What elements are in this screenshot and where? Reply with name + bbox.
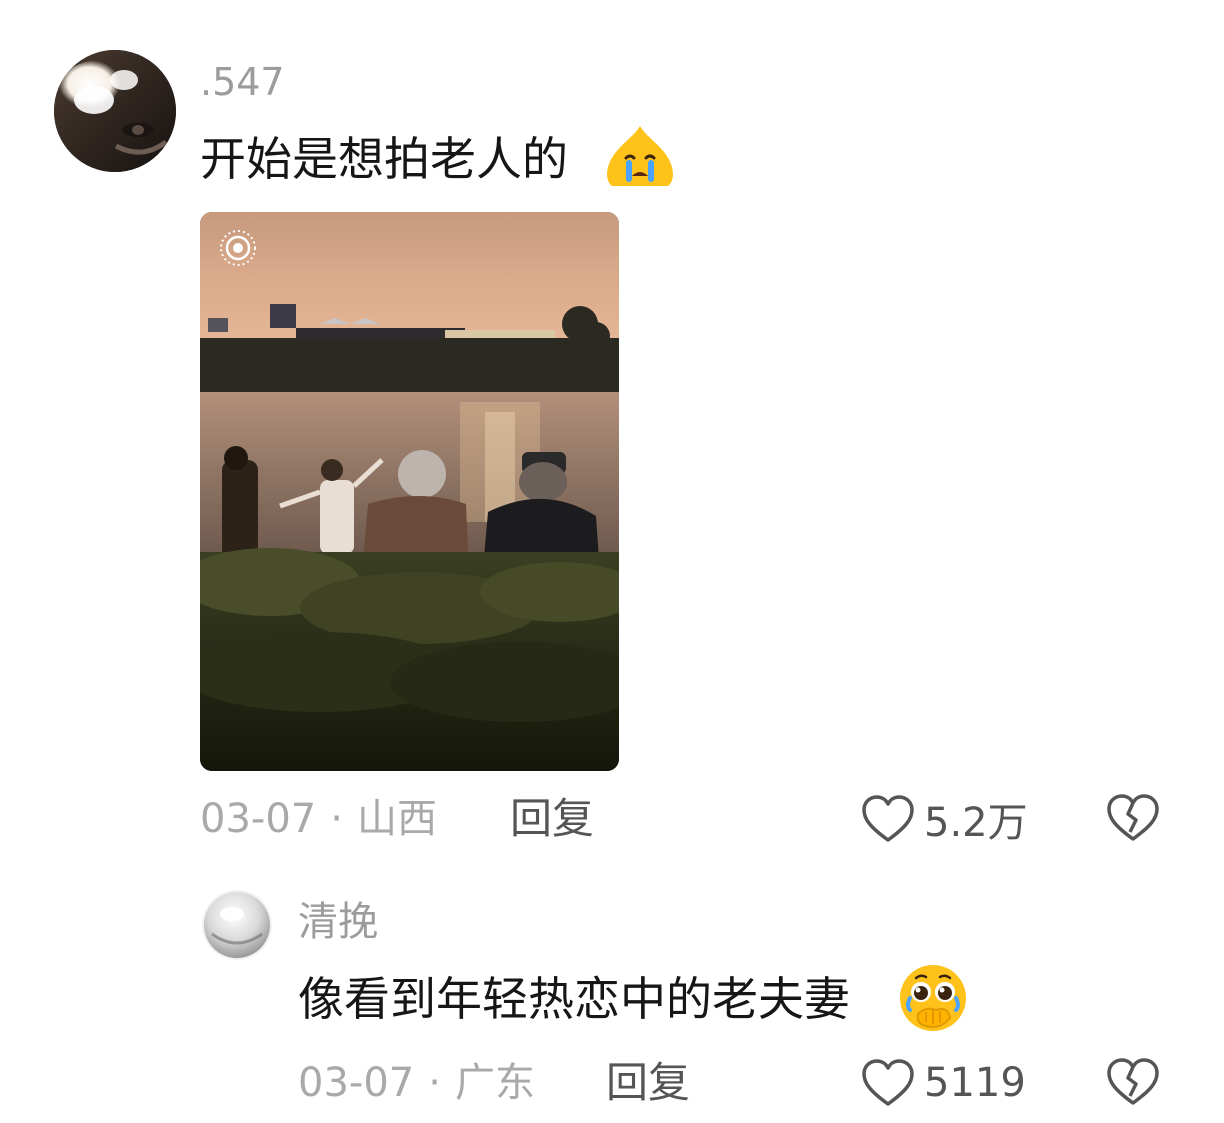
like-button[interactable]: 5119 [860,1054,1026,1112]
reply-commenter-username[interactable]: 清挽 [298,896,378,948]
reply-comment-text: 像看到年轻热恋中的老夫妻 [298,972,850,1026]
heart-outline-icon [862,795,914,842]
like-count: 5119 [924,1060,1026,1106]
dislike-button[interactable] [1104,790,1162,848]
meta-separator: · [428,1060,441,1106]
reply-button[interactable]: 回复 [606,1056,690,1110]
reply-comment-meta: 03-07 · 广东 [298,1056,535,1110]
commenter-avatar[interactable] [54,50,176,172]
broken-heart-icon [1107,1058,1159,1105]
like-button[interactable]: 5.2万 [860,790,1028,848]
reply-button[interactable]: 回复 [510,792,594,846]
comment-meta: 03-07 · 山西 [200,792,437,846]
reply-commenter-avatar[interactable] [202,890,272,960]
reply-comment-date: 03-07 [298,1060,415,1106]
attached-photo[interactable] [200,212,619,771]
loudly-crying-face-icon [602,124,678,190]
broken-heart-icon [1107,794,1159,841]
comment-text: 开始是想拍老人的 [200,132,568,186]
dislike-button[interactable] [1104,1054,1162,1112]
meta-separator: · [330,796,343,842]
comment-location: 山西 [356,796,437,842]
comment-date: 03-07 [200,796,317,842]
reply-comment-location: 广东 [454,1060,535,1106]
commenter-username[interactable]: .547 [200,58,285,106]
like-count: 5.2万 [924,800,1028,846]
face-holding-back-tears-icon [896,962,970,1034]
heart-outline-icon [862,1059,914,1106]
live-photo-icon [218,228,258,268]
